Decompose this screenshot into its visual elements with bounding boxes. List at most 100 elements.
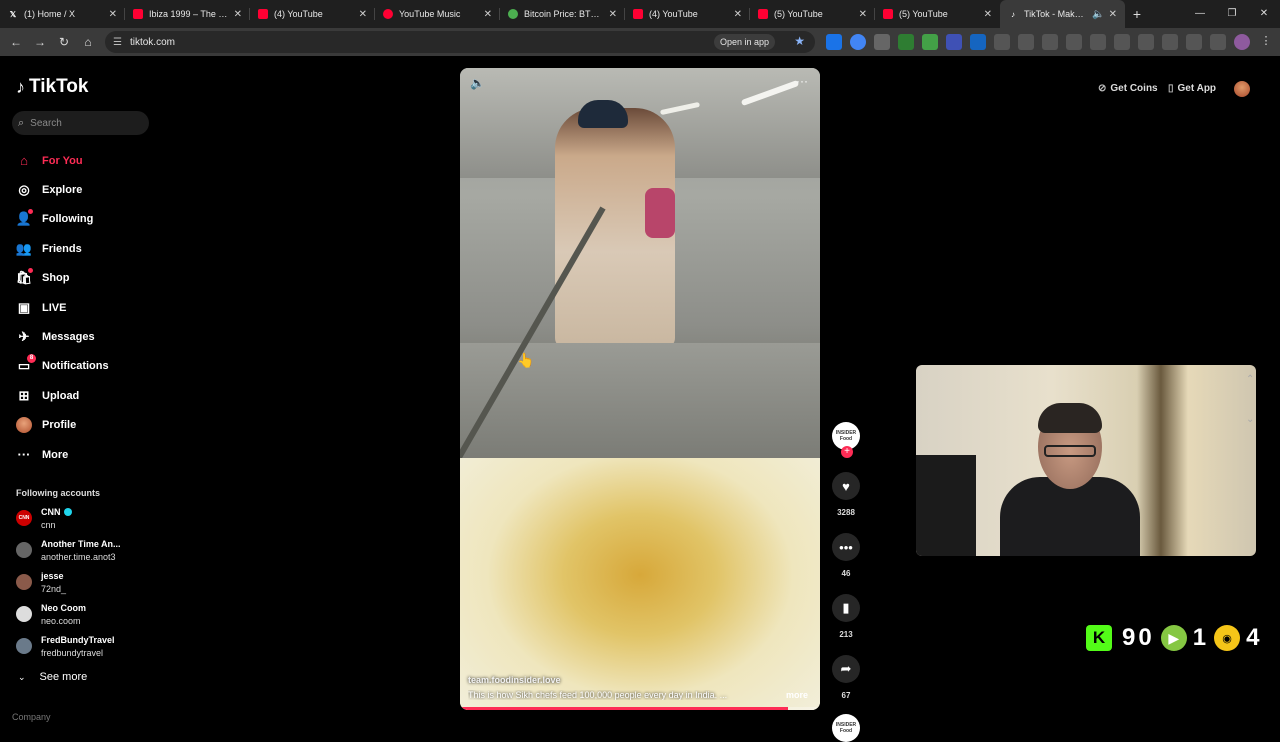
account-handle: another.time.anot3 <box>41 551 116 562</box>
live-icon: ▣ <box>17 299 31 315</box>
share-count: 67 <box>841 691 851 700</box>
menu-icon[interactable]: ⋮ <box>1258 34 1274 50</box>
close-tab-icon[interactable]: ✕ <box>484 9 492 20</box>
extension-icon[interactable] <box>922 34 938 50</box>
search-input[interactable]: ⌕ Search <box>12 111 149 135</box>
extension-icon[interactable] <box>994 34 1010 50</box>
like-action[interactable]: ♥ 3288 <box>830 472 862 517</box>
sidebar-item-following[interactable]: 👤 Following <box>14 205 164 234</box>
get-coins-button[interactable]: ⊘ Get Coins <box>1098 83 1158 94</box>
browser-tab[interactable]: (4) YouTube ✕ <box>625 0 750 28</box>
browser-tab[interactable]: (5) YouTube ✕ <box>875 0 1000 28</box>
minimize-icon[interactable]: — <box>1184 0 1216 28</box>
creator-avatar[interactable]: INSIDER Food + <box>832 422 860 458</box>
browser-tab-active[interactable]: ♪ TikTok - Make You 🔈 ✕ <box>1000 0 1125 28</box>
music-disc[interactable]: INSIDER Food <box>832 714 860 742</box>
sidebar-item-profile[interactable]: Profile <box>14 411 164 440</box>
video-progress-bar[interactable] <box>460 707 820 710</box>
open-in-app-button[interactable]: Open in app <box>713 34 775 50</box>
sidebar-item-friends[interactable]: 👥 Friends <box>14 234 164 263</box>
sidebar-item-shop[interactable]: 🛍 Shop <box>14 264 164 293</box>
extension-icon[interactable] <box>1234 34 1250 50</box>
reload-icon[interactable]: ↻ <box>52 35 76 49</box>
extension-icon[interactable] <box>874 34 890 50</box>
close-tab-icon[interactable]: ✕ <box>1109 9 1117 20</box>
following-account[interactable]: Another Time An... another.time.anot3 <box>16 537 121 563</box>
bookmark-icon[interactable]: ▮ <box>832 594 860 622</box>
browser-tab[interactable]: Bitcoin Price: BTC Live ✕ <box>500 0 625 28</box>
new-tab-button[interactable]: + <box>1125 6 1149 22</box>
youtube-music-icon <box>383 9 393 19</box>
close-tab-icon[interactable]: ✕ <box>359 9 367 20</box>
browser-tab[interactable]: (4) YouTube ✕ <box>250 0 375 28</box>
extension-icon[interactable] <box>826 34 842 50</box>
share-action[interactable]: ➦ 67 <box>830 655 862 700</box>
chevron-down-icon[interactable]: ⌄ <box>1246 400 1254 440</box>
browser-tab[interactable]: Ibiza 1999 – The Very ✕ <box>125 0 250 28</box>
get-app-button[interactable]: ▯ Get App <box>1168 83 1216 94</box>
close-tab-icon[interactable]: ✕ <box>609 9 617 20</box>
nav-label: Following <box>42 213 94 226</box>
extension-icon[interactable] <box>898 34 914 50</box>
close-tab-icon[interactable]: ✕ <box>109 9 117 20</box>
sidebar-item-for-you[interactable]: ⌂ For You <box>14 146 164 175</box>
heart-icon[interactable]: ♥ <box>832 472 860 500</box>
chevron-up-icon[interactable]: ⌃ <box>1246 360 1254 400</box>
close-tab-icon[interactable]: ✕ <box>984 9 992 20</box>
bookmark-star-icon[interactable]: ★ <box>794 34 805 48</box>
sidebar-item-notifications[interactable]: ▭ 8 Notifications <box>14 352 164 381</box>
site-info-icon[interactable]: ☰ <box>113 37 122 48</box>
forward-icon[interactable]: → <box>28 35 52 49</box>
sidebar-item-more[interactable]: ··· More <box>14 440 164 469</box>
extension-icon[interactable] <box>850 34 866 50</box>
see-more-button[interactable]: ⌄ See more <box>18 671 87 683</box>
following-account[interactable]: CNN CNN cnn <box>16 505 72 531</box>
sidebar-item-explore[interactable]: ◎ Explore <box>14 175 164 204</box>
comment-action[interactable]: ••• 46 <box>830 533 862 578</box>
more-options-icon[interactable]: ··· <box>796 74 808 88</box>
extension-icon[interactable] <box>1090 34 1106 50</box>
browser-tab[interactable]: YouTube Music ✕ <box>375 0 500 28</box>
follow-plus-icon[interactable]: + <box>841 446 853 458</box>
close-window-icon[interactable]: ✕ <box>1248 0 1280 28</box>
extension-icon[interactable] <box>1066 34 1082 50</box>
extension-icon[interactable] <box>1138 34 1154 50</box>
extension-icon[interactable] <box>1042 34 1058 50</box>
close-tab-icon[interactable]: ✕ <box>234 9 242 20</box>
company-link[interactable]: Company <box>12 712 51 722</box>
close-tab-icon[interactable]: ✕ <box>859 9 867 20</box>
profile-avatar[interactable] <box>1234 81 1250 97</box>
extension-icon[interactable] <box>1210 34 1226 50</box>
sidebar-item-upload[interactable]: ⊞ Upload <box>14 381 164 410</box>
close-tab-icon[interactable]: ✕ <box>734 9 742 20</box>
sidebar-item-live[interactable]: ▣ LIVE <box>14 293 164 322</box>
restore-icon[interactable]: ❐ <box>1216 0 1248 28</box>
share-icon[interactable]: ➦ <box>832 655 860 683</box>
extension-icon[interactable] <box>946 34 962 50</box>
extension-icon[interactable] <box>1186 34 1202 50</box>
comment-count: 46 <box>841 569 851 578</box>
video-username[interactable]: team.foodinsider.love <box>468 675 768 685</box>
extension-icon[interactable] <box>970 34 986 50</box>
extension-icon[interactable] <box>1114 34 1130 50</box>
following-account[interactable]: jesse 72nd_ <box>16 569 66 595</box>
rumble-viewer-count: 1 <box>1192 624 1207 651</box>
sidebar-item-messages[interactable]: ✈ Messages <box>14 322 164 351</box>
browser-tab[interactable]: (5) YouTube ✕ <box>750 0 875 28</box>
comment-icon[interactable]: ••• <box>832 533 860 561</box>
tab-title: (4) YouTube <box>274 9 323 19</box>
home-icon[interactable]: ⌂ <box>76 35 100 49</box>
following-account[interactable]: FredBundyTravel fredbundytravel <box>16 633 115 659</box>
extension-icon[interactable] <box>1018 34 1034 50</box>
following-account[interactable]: Neo Coom neo.coom <box>16 601 86 627</box>
tiktok-logo[interactable]: ♪ TikTok <box>16 76 88 98</box>
extension-icon[interactable] <box>1162 34 1178 50</box>
back-icon[interactable]: ← <box>4 35 28 49</box>
url-field[interactable]: ☰ tiktok.com Open in app ★ <box>105 31 815 53</box>
video-player[interactable]: 🔈 ··· team.foodinsider.love This is how … <box>460 68 820 710</box>
save-action[interactable]: ▮ 213 <box>830 594 862 639</box>
browser-tab[interactable]: 𝕏 (1) Home / X ✕ <box>0 0 125 28</box>
caption-more-button[interactable]: more <box>786 690 808 700</box>
speaker-icon[interactable]: 🔈 <box>1092 9 1104 20</box>
volume-icon[interactable]: 🔈 <box>470 76 485 90</box>
